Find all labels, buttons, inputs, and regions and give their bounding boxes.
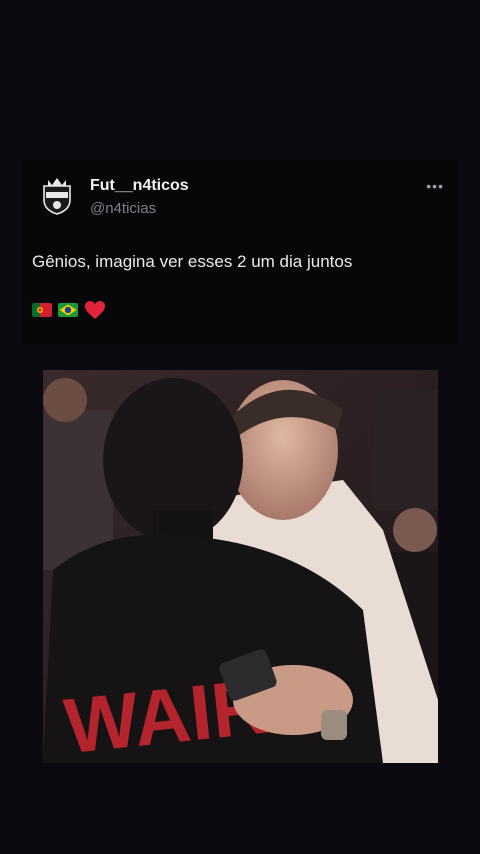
post-card[interactable]: Fut__n4ticos @n4ticias ••• Gênios, imagi… xyxy=(22,160,458,344)
avatar[interactable] xyxy=(36,174,78,216)
flag-portugal-icon xyxy=(32,303,52,317)
photo-illustration: WAIR xyxy=(43,370,438,763)
more-options-icon[interactable]: ••• xyxy=(426,178,444,194)
crest-logo-icon xyxy=(43,178,71,215)
post-text: Gênios, imagina ver esses 2 um dia junto… xyxy=(32,252,353,271)
flag-brazil-icon xyxy=(58,303,78,317)
red-heart-icon xyxy=(85,301,105,319)
post-media-image[interactable]: WAIR xyxy=(43,370,438,763)
author-name[interactable]: Fut__n4ticos xyxy=(90,177,189,195)
emoji-row xyxy=(32,300,106,320)
author-handle[interactable]: @n4ticias xyxy=(90,200,156,217)
